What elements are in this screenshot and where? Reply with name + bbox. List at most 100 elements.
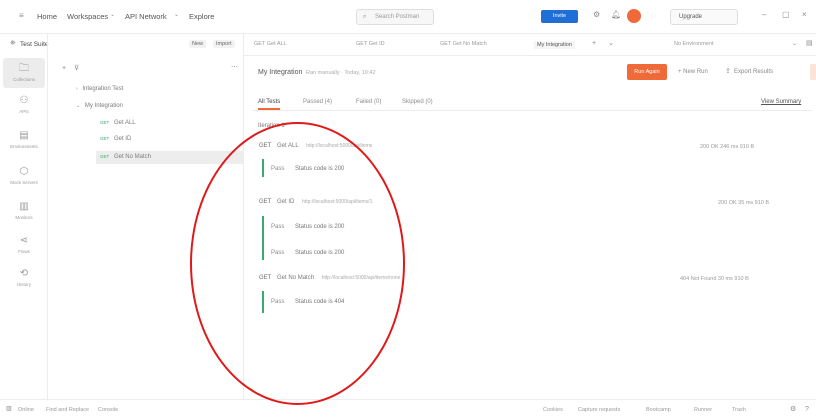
tree-item-label: My Integration <box>84 103 123 109</box>
chevron-down-icon: ⌄ <box>76 103 81 109</box>
run-again-button[interactable]: Run Again <box>627 64 667 80</box>
notifications-icon[interactable]: 🔔︎ <box>611 11 621 19</box>
sidebar-item-label: Mock Servers <box>10 180 38 185</box>
test-name: Status code is 404 <box>295 299 345 305</box>
avatar[interactable] <box>627 9 641 23</box>
tree-item-label: Get ID <box>113 136 132 142</box>
tab-failed[interactable]: Failed (0) <box>356 99 381 105</box>
settings-icon[interactable]: ⚙ <box>593 11 600 19</box>
sidebar-item-history[interactable]: ⟲ History <box>3 268 45 288</box>
invite-button[interactable]: Invite <box>541 10 578 23</box>
tab-runner[interactable]: My Integration <box>534 41 575 49</box>
response-meta: 200 OK 246 ms 910 B <box>700 144 755 150</box>
chevron-down-icon: ⌄ <box>792 41 798 47</box>
request-row[interactable]: GET Get ID http://localhost:5000/api/ite… <box>259 199 372 205</box>
settings-icon[interactable]: ⚙ <box>790 406 796 413</box>
top-bar: ≡ Home Workspaces ⌄ API Network ⌄ Explor… <box>0 0 816 34</box>
test-result: Pass Status code is 404 <box>271 299 344 305</box>
tab-get-id[interactable]: GET Get ID <box>356 41 385 47</box>
capture-requests-button[interactable]: Capture requests <box>578 407 620 413</box>
sidebar-item-label: APIs <box>19 109 29 114</box>
environment-select[interactable]: No Environment <box>674 41 713 47</box>
runner-button[interactable]: Runner <box>694 407 712 413</box>
menu-icon[interactable]: ≡ <box>19 12 24 20</box>
upgrade-button[interactable]: Upgrade <box>670 9 738 25</box>
maximize-icon[interactable]: ▢ <box>782 11 790 19</box>
chevron-right-icon: › <box>76 86 78 92</box>
iteration-label: Iteration 1 <box>258 123 285 129</box>
tree-item-request[interactable]: GET Get ID <box>100 136 131 142</box>
divider <box>252 110 812 111</box>
nav-home[interactable]: Home <box>37 12 57 21</box>
test-pass-bar <box>262 159 264 177</box>
invite-label: Invite <box>552 13 567 19</box>
trash-button[interactable]: Trash <box>732 407 746 413</box>
close-icon[interactable]: × <box>802 11 807 19</box>
nav-api-network[interactable]: API Network <box>125 12 167 21</box>
status-online[interactable]: Online <box>18 407 34 413</box>
tree-item-request[interactable]: GET Get No Match <box>96 151 243 164</box>
sidebar-item-collections[interactable]: 🗀︎ Collections <box>3 58 45 88</box>
more-tabs-icon[interactable]: ⌄ <box>608 40 614 47</box>
sidebar-item-label: History <box>16 282 31 287</box>
sidebar-item-apis[interactable]: ⚇ APIs <box>3 96 45 115</box>
tree-item-label: Get No Match <box>113 154 151 160</box>
test-status: Pass <box>271 299 285 305</box>
sidebar-toggle-icon[interactable]: ▥ <box>6 406 12 412</box>
bootcamp-button[interactable]: Bootcamp <box>646 407 671 413</box>
request-row[interactable]: GET Get No Match http://localhost:5000/a… <box>259 275 400 281</box>
export-icon: ⇪ <box>725 68 731 75</box>
method-label: GET <box>259 275 272 281</box>
sidebar-item-monitors[interactable]: ▥ Monitors <box>3 201 45 221</box>
sidebar: 🗀︎ Collections ⚇ APIs ▤ Environments ⬡ M… <box>0 34 48 399</box>
new-run-button[interactable]: + New Run <box>678 69 708 75</box>
minimize-icon[interactable]: – <box>762 11 766 19</box>
request-url: http://localhost:5000/api/items/none <box>321 275 401 281</box>
collections-icon: 🗀︎ <box>19 63 29 74</box>
history-icon: ⟲ <box>19 268 29 279</box>
test-name: Status code is 200 <box>295 166 345 172</box>
chevron-down-icon: ⌄ <box>110 12 116 18</box>
find-replace-button[interactable]: Find and Replace <box>46 407 89 413</box>
request-name: Get ID <box>277 199 295 205</box>
tab-get-no-match[interactable]: GET Get No Match <box>440 41 487 47</box>
upgrade-label: Upgrade <box>679 14 703 20</box>
test-result: Pass Status code is 200 <box>271 224 344 230</box>
method-label: GET <box>100 154 110 159</box>
sidebar-item-mock-servers[interactable]: ⬡ Mock Servers <box>3 166 45 186</box>
add-tab-icon[interactable]: + <box>592 40 596 47</box>
cookies-button[interactable]: Cookies <box>543 407 563 413</box>
export-results-button[interactable]: Export Results <box>734 69 773 75</box>
test-result: Pass Status code is 200 <box>271 166 344 172</box>
method-label: GET <box>259 199 272 205</box>
nav-explore[interactable]: Explore <box>189 12 214 21</box>
test-result: Pass Status code is 200 <box>271 250 344 256</box>
tree-item-request[interactable]: GET Get ALL <box>100 120 136 126</box>
tree-item-collection[interactable]: › Integration Test <box>76 86 123 92</box>
filter-icon[interactable]: ⊽ <box>74 65 79 72</box>
side-panel-toggle[interactable] <box>810 64 816 80</box>
more-icon[interactable]: ⋯ <box>231 64 238 71</box>
environment-quick-look-icon[interactable]: ▤ <box>806 40 813 47</box>
response-meta: 200 OK 35 ms 910 B <box>718 200 770 206</box>
sidebar-item-flows[interactable]: ⋖ Flows <box>3 236 45 255</box>
mock-servers-icon: ⬡ <box>19 166 29 177</box>
sidebar-item-environments[interactable]: ▤ Environments <box>3 131 45 150</box>
search-input[interactable]: ⌕ Search Postman <box>356 9 434 25</box>
tree-item-label: Integration Test <box>82 86 124 92</box>
tab-all-tests[interactable]: All Tests <box>258 99 281 110</box>
sidebar-item-label: Flows <box>18 249 30 254</box>
request-row[interactable]: GET Get ALL http://localhost:5000/api/it… <box>259 143 372 149</box>
console-button[interactable]: Console <box>98 407 118 413</box>
nav-workspaces[interactable]: Workspaces <box>67 12 108 21</box>
monitors-icon: ▥ <box>19 201 29 212</box>
view-summary-link[interactable]: View Summary <box>761 99 801 105</box>
tab-skipped[interactable]: Skipped (0) <box>402 99 433 105</box>
collection-tree: + ⊽ ⋯ › Integration Test ⌄ My Integratio… <box>48 34 244 399</box>
tree-item-collection[interactable]: ⌄ My Integration <box>76 103 123 109</box>
help-icon[interactable]: ? <box>805 406 809 413</box>
tab-get-all[interactable]: GET Get ALL <box>254 41 287 47</box>
tab-passed[interactable]: Passed (4) <box>303 99 332 105</box>
test-pass-bar <box>262 291 264 313</box>
add-icon[interactable]: + <box>62 65 66 72</box>
